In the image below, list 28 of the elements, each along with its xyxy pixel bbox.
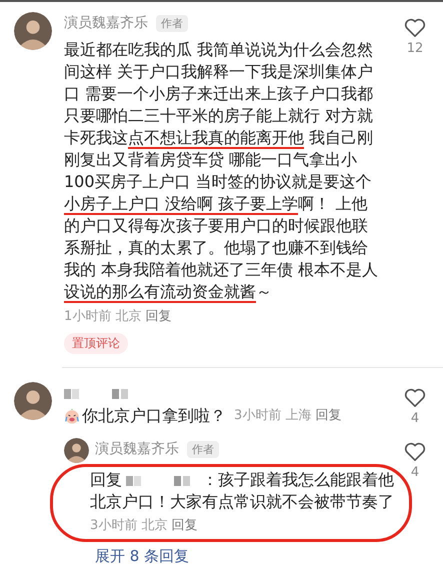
location-text: 北京: [141, 518, 168, 533]
avatar[interactable]: [14, 382, 52, 420]
expand-replies-link[interactable]: 展开 8 条回复: [95, 546, 190, 566]
avatar[interactable]: [64, 438, 89, 463]
author-badge: 作者: [156, 14, 188, 32]
heart-icon[interactable]: [404, 388, 426, 408]
author-name[interactable]: 演员魏嘉齐乐: [95, 438, 179, 460]
author-badge: 作者: [187, 440, 219, 458]
time-text: 3小时前: [90, 518, 138, 533]
author-name[interactable]: 演员魏嘉齐乐: [64, 12, 148, 34]
crying-face-icon: [64, 408, 80, 424]
location-text: 上海: [285, 408, 312, 424]
comment-text: 你北京户口拿到啦？: [82, 405, 226, 427]
comment-text: 最近都在吃我的瓜 我简单说说为什么会忽然间这样 关于户口我解释一下我是深圳集体户口 需要一个小房子来迁出来上孩子户口我都只要哪怕二三十平米的房子能上就行 对方就卡死我这点不想让我真的能离开他 我自己刚刚复出又背着房贷车贷 哪能一口气拿出小100买房子上户口 当时签的协议就是要这个 小房子上户口 没给啊 孩子要上学啊！ 上他的户口又得每次孩子要用户口的时候跟他联系掰扯，真的太累了。他塌了也赚不到钱给我的 本身我陪着他就还了三年债 根本不是人 设说的那么有流动资金就酱～: [64, 39, 380, 303]
reply-link[interactable]: 回复: [172, 518, 198, 533]
time-text: 1小时前: [64, 309, 112, 324]
reply-link[interactable]: 回复: [316, 408, 342, 424]
heart-icon[interactable]: [404, 18, 426, 38]
reply-link[interactable]: 回复: [146, 309, 172, 324]
avatar[interactable]: [14, 12, 52, 50]
like-count: 4: [410, 410, 420, 428]
like-count: 4: [410, 464, 420, 482]
heart-icon[interactable]: [404, 442, 426, 462]
reply-text: 回复 ：孩子跟着我怎么能跟着他北京户口！大家有点常识就不会被带节奏了 3小时前 北京 回复: [90, 469, 395, 535]
location-text: 北京: [115, 309, 142, 324]
like-count: 12: [406, 40, 424, 58]
pinned-tag: 置顶评论: [64, 333, 128, 354]
time-text: 3小时前: [234, 408, 282, 424]
